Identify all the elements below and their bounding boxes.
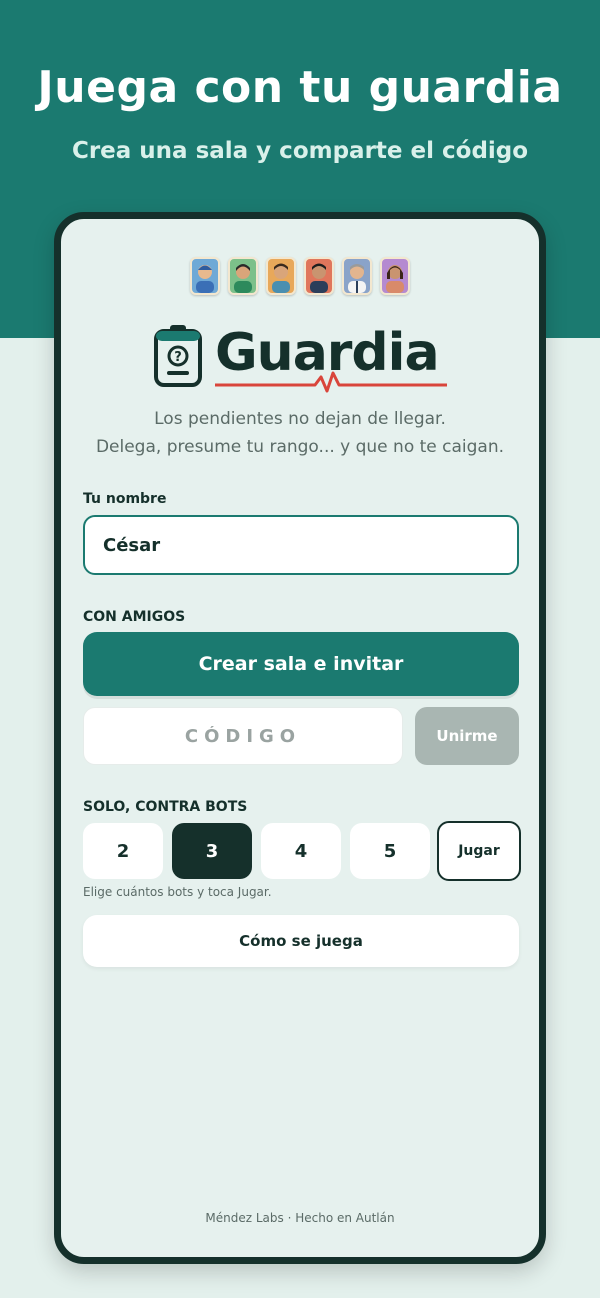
doctor-avatar-2: [228, 257, 258, 295]
tagline-line-2: Delega, presume tu rango... y que no te …: [95, 437, 505, 457]
friends-section-label: CON AMIGOS: [83, 609, 186, 625]
app-screen: ? Guardia Los pendientes no dejan de lle…: [61, 219, 539, 1257]
id-badge-icon: ?: [154, 325, 202, 387]
doctor-avatar-3: [266, 257, 296, 295]
how-to-play-button[interactable]: Cómo se juega: [83, 915, 519, 967]
name-label: Tu nombre: [83, 491, 167, 507]
bot-count-2-button[interactable]: 2: [83, 823, 163, 879]
join-room-button[interactable]: Unirme: [415, 707, 519, 765]
app-logo: ? Guardia: [153, 323, 453, 393]
hero-subtitle: Crea una sala y comparte el código: [71, 138, 529, 164]
play-button[interactable]: Jugar: [437, 821, 521, 881]
doctor-avatar-4: [304, 257, 334, 295]
heartbeat-line-icon: [215, 371, 447, 393]
bot-count-selector: 2 3 4 5 Jugar: [83, 821, 521, 881]
bot-count-3-button[interactable]: 3: [172, 823, 252, 879]
avatar-row: [61, 257, 539, 295]
doctor-avatar-1: [190, 257, 220, 295]
doctor-avatar-6: [380, 257, 410, 295]
tagline-line-1: Los pendientes no dejan de llegar.: [154, 409, 446, 429]
footer-credits: Méndez Labs · Hecho en Autlán: [205, 1211, 395, 1225]
tagline: Los pendientes no dejan de llegar. Deleg…: [61, 405, 539, 461]
bot-count-4-button[interactable]: 4: [261, 823, 341, 879]
create-room-button[interactable]: Crear sala e invitar: [83, 632, 519, 696]
doctor-avatar-5: [342, 257, 372, 295]
bots-section-label: SOLO, CONTRA BOTS: [83, 799, 248, 815]
phone-frame: ? Guardia Los pendientes no dejan de lle…: [54, 212, 546, 1264]
hero-title: Juega con tu guardia: [37, 62, 563, 113]
svg-text:?: ?: [174, 350, 182, 365]
room-code-input[interactable]: [83, 707, 403, 765]
bot-count-5-button[interactable]: 5: [350, 823, 430, 879]
bots-hint: Elige cuántos bots y toca Jugar.: [83, 885, 272, 899]
name-input[interactable]: [83, 515, 519, 575]
